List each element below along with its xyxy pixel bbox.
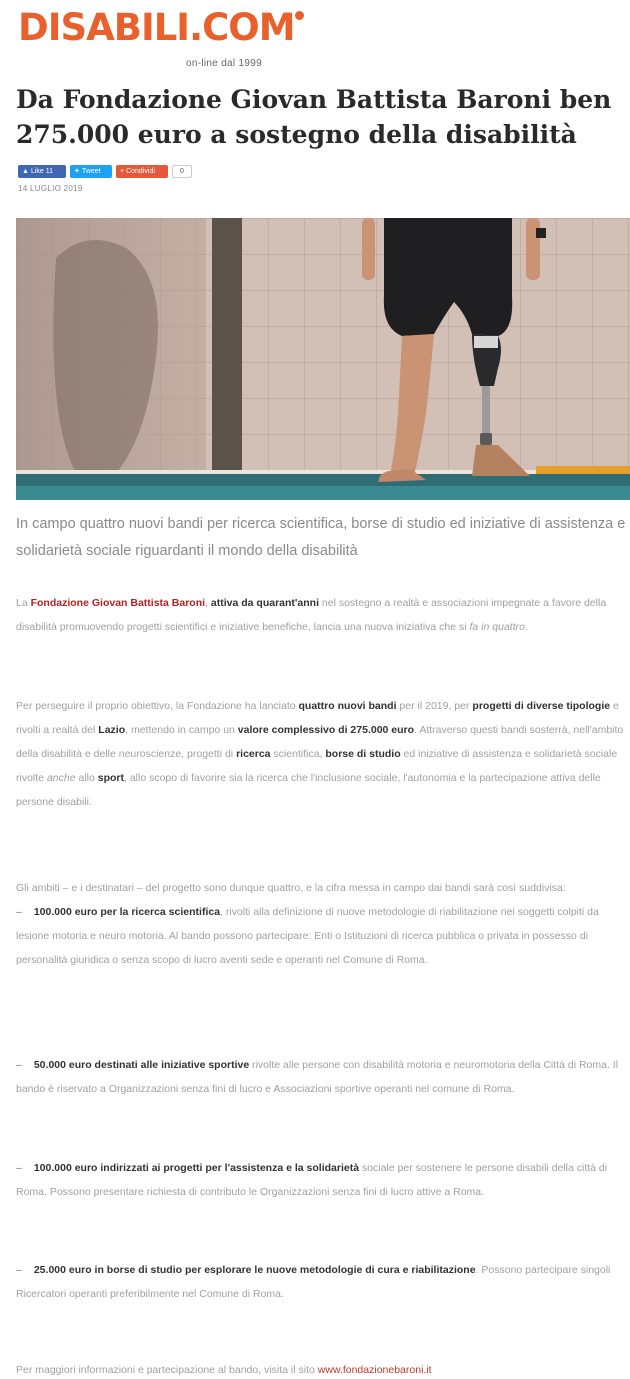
list-item: –25.000 euro in borse di studio per espl…: [16, 1258, 630, 1306]
article-paragraph-1: La Fondazione Giovan Battista Baroni, at…: [16, 591, 630, 639]
list-dash: –: [16, 1059, 22, 1071]
share-count: 0: [172, 164, 192, 178]
facebook-like-label: Like 11: [30, 167, 53, 175]
article-paragraph-3: Gli ambiti – e i destinatari – del proge…: [16, 876, 630, 972]
p2-text-f: scientifica,: [270, 748, 326, 760]
item-2-bold: 50.000 euro destinati alle iniziative sp…: [33, 1059, 250, 1071]
article-date: 14 LUGLIO 2019: [18, 184, 83, 193]
article-hero-image: [16, 218, 630, 500]
p1-bold-1: attiva da quarant'anni: [210, 597, 319, 609]
logo-text: DISABILI.COM: [18, 6, 296, 49]
fondazione-website-link[interactable]: www.fondazionebaroni.it: [318, 1364, 432, 1376]
fondazione-link[interactable]: Fondazione Giovan Battista Baroni: [31, 597, 205, 609]
tweet-button[interactable]: ✦ Tweet: [70, 164, 112, 178]
google-share-button[interactable]: + Condividi: [116, 164, 168, 178]
twitter-bird-icon: ✦: [74, 167, 80, 175]
google-plus-icon: +: [120, 167, 125, 175]
footer-text: Per maggiori informazioni e partecipazio…: [16, 1364, 318, 1376]
p2-bold-3: Lazio: [98, 724, 126, 736]
p2-bold-6: borse di studio: [325, 748, 401, 760]
list-item: –100.000 euro indirizzati ai progetti pe…: [16, 1156, 630, 1204]
item-4-bold: 25.000 euro in borse di studio per esplo…: [33, 1264, 476, 1276]
google-share-label: Condividi: [126, 167, 155, 175]
list-dash: –: [16, 1264, 22, 1276]
list-dash: –: [16, 906, 22, 918]
p2-bold-2: progetti di diverse tipologie: [472, 700, 611, 712]
p2-bold-4: valore complessivo di 275.000 euro: [237, 724, 415, 736]
p2-bold-5: ricerca: [236, 748, 271, 760]
article-paragraph-2: Per perseguire il proprio obiettivo, la …: [16, 694, 630, 814]
tweet-label: Tweet: [81, 167, 101, 175]
article-footer-line: Per maggiori informazioni e partecipazio…: [16, 1358, 630, 1379]
p1-text-d: .: [524, 621, 528, 633]
p2-text-h: allo: [75, 772, 98, 784]
article-title: Da Fondazione Giovan Battista Baroni ben…: [16, 85, 612, 149]
p2-text-b: per il 2019, per: [396, 700, 473, 712]
p2-bold-1: quattro nuovi bandi: [298, 700, 397, 712]
p3-intro: Gli ambiti – e i destinatari – del proge…: [16, 882, 566, 894]
thumbs-up-icon: ▲: [22, 167, 29, 175]
site-logo[interactable]: DISABILI.COM on-line dal 1999: [18, 8, 318, 74]
p2-text-d: , mettendo in campo un: [125, 724, 238, 736]
p2-text-a: Per perseguire il proprio obiettivo, la …: [16, 700, 299, 712]
list-item: –50.000 euro destinati alle iniziative s…: [16, 1053, 630, 1101]
facebook-like-button[interactable]: ▲ Like 11: [18, 164, 66, 178]
share-bar: ▲ Like 11 ✦ Tweet + Condividi 0: [18, 164, 192, 178]
p1-italic: fa in quattro: [469, 621, 525, 633]
logo-tagline: on-line dal 1999: [186, 58, 262, 69]
p2-italic: anche: [46, 772, 76, 784]
article-lead: In campo quattro nuovi bandi per ricerca…: [16, 516, 626, 559]
list-dash: –: [16, 1162, 22, 1174]
p1-text-a: La: [16, 597, 31, 609]
item-1-bold: 100.000 euro per la ricerca scientifica: [33, 906, 221, 918]
p2-bold-7: sport: [97, 772, 124, 784]
hero-image-drawing: [16, 218, 630, 500]
item-3-bold: 100.000 euro indirizzati ai progetti per…: [33, 1162, 360, 1174]
logo-dot: [295, 11, 304, 20]
